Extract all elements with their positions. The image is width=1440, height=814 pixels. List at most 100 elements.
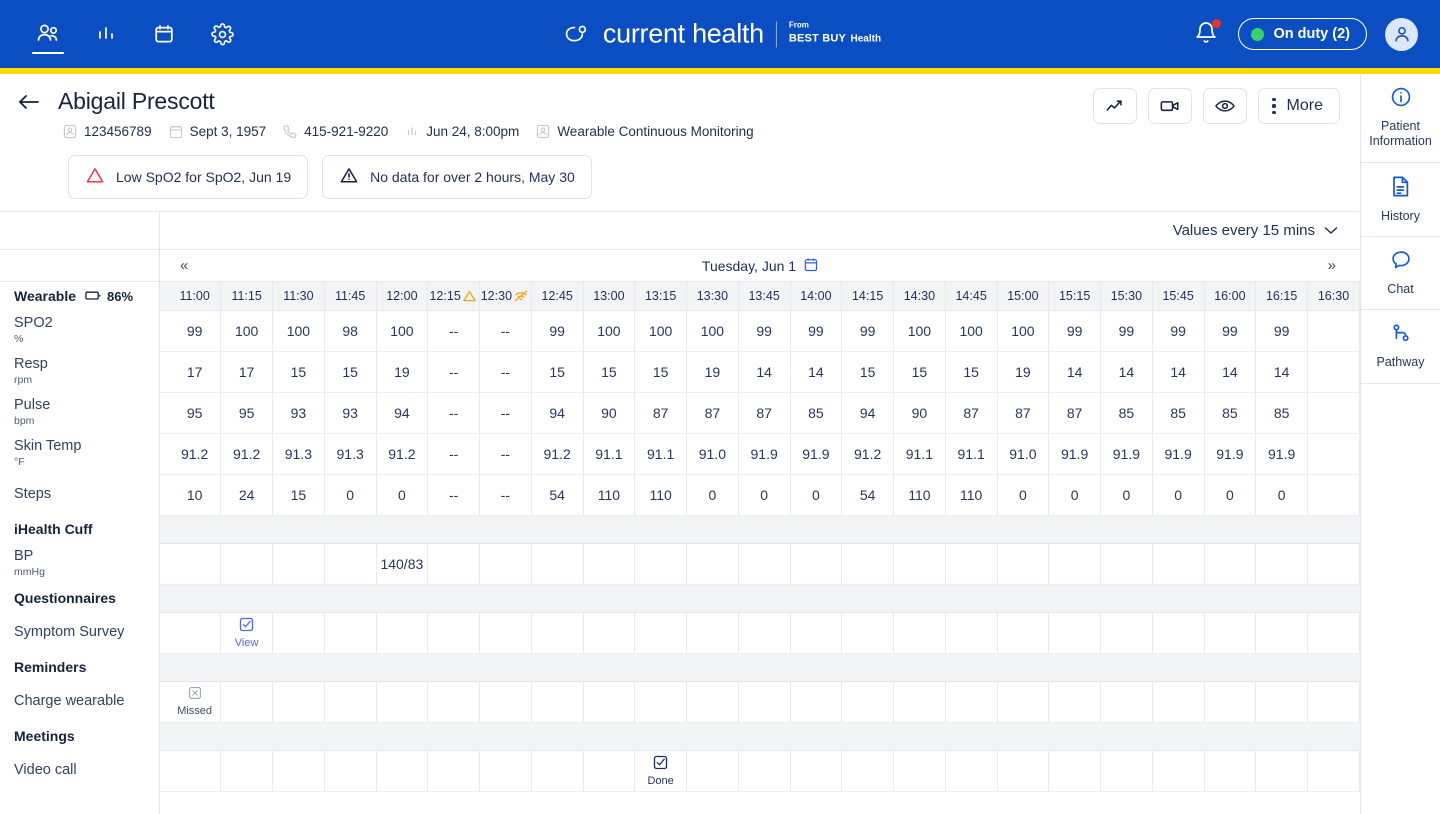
grid-cell[interactable]: 54	[531, 474, 584, 516]
grid-cell[interactable]: --	[427, 474, 480, 516]
grid-cell[interactable]: 0	[1255, 474, 1308, 516]
grid-cell[interactable]: Done	[634, 750, 687, 792]
grid-cell[interactable]: 0	[1204, 474, 1257, 516]
grid-cell[interactable]	[376, 681, 429, 723]
grid-cell[interactable]: 91.2	[220, 433, 273, 475]
time-header-1530[interactable]: 15:30	[1100, 282, 1153, 311]
time-header-1445[interactable]: 14:45	[945, 282, 998, 311]
grid-cell[interactable]: 15	[272, 351, 325, 393]
grid-cell[interactable]: 15	[945, 351, 998, 393]
grid-cell[interactable]	[841, 750, 894, 792]
time-header-1545[interactable]: 15:45	[1152, 282, 1205, 311]
time-header-1400[interactable]: 14:00	[790, 282, 843, 311]
grid-cell[interactable]: 99	[531, 310, 584, 352]
grid-cell[interactable]	[893, 750, 946, 792]
grid-cell[interactable]: 110	[583, 474, 636, 516]
rail-item-patient-information[interactable]: Patient Information	[1361, 74, 1440, 163]
alert-chip-low-spo2[interactable]: Low SpO2 for SpO2, Jun 19	[68, 155, 309, 199]
grid-cell[interactable]	[1307, 474, 1360, 516]
grid-cell[interactable]	[1307, 351, 1360, 393]
rail-item-pathway[interactable]: Pathway	[1361, 310, 1440, 384]
grid-cell[interactable]: 91.9	[1152, 433, 1205, 475]
grid-cell[interactable]	[220, 750, 273, 792]
grid-cell[interactable]	[841, 681, 894, 723]
grid-cell[interactable]	[479, 612, 532, 654]
grid-cell[interactable]	[1307, 612, 1360, 654]
grid-cell[interactable]	[427, 681, 480, 723]
grid-cell[interactable]	[1100, 543, 1153, 585]
grid-cell[interactable]	[1307, 750, 1360, 792]
grid-cell[interactable]	[1255, 543, 1308, 585]
grid-cell[interactable]	[272, 750, 325, 792]
grid-cell[interactable]	[531, 750, 584, 792]
grid-cell[interactable]: 87	[738, 392, 791, 434]
grid-cell[interactable]	[479, 543, 532, 585]
grid-cell[interactable]: 91.2	[841, 433, 894, 475]
grid-cell[interactable]	[790, 543, 843, 585]
grid-cell[interactable]	[945, 681, 998, 723]
grid-cell[interactable]: 15	[841, 351, 894, 393]
grid-cell[interactable]	[1307, 681, 1360, 723]
grid-cell[interactable]: 0	[997, 474, 1050, 516]
grid-cell[interactable]	[1307, 310, 1360, 352]
grid-cell[interactable]	[1152, 612, 1205, 654]
grid-cell[interactable]	[1152, 750, 1205, 792]
grid-cell[interactable]: 99	[1255, 310, 1308, 352]
grid-cell[interactable]	[1100, 750, 1153, 792]
grid-cell[interactable]: 100	[634, 310, 687, 352]
grid-cell[interactable]	[324, 612, 377, 654]
grid-cell[interactable]	[1255, 681, 1308, 723]
grid-cell[interactable]	[893, 681, 946, 723]
grid-cell[interactable]: 19	[686, 351, 739, 393]
grid-cell[interactable]	[583, 612, 636, 654]
grid-cell[interactable]: 15	[583, 351, 636, 393]
grid-cell[interactable]	[169, 543, 222, 585]
grid-cell[interactable]: 99	[169, 310, 222, 352]
grid-cell[interactable]: 91.2	[169, 433, 222, 475]
eye-icon[interactable]	[1203, 88, 1248, 124]
time-header-1515[interactable]: 15:15	[1048, 282, 1101, 311]
grid-cell[interactable]	[841, 543, 894, 585]
grid-cell[interactable]	[1152, 681, 1205, 723]
grid-cell[interactable]: 100	[583, 310, 636, 352]
grid-cell[interactable]: 93	[272, 392, 325, 434]
grid-cell[interactable]	[220, 543, 273, 585]
grid-cell[interactable]	[841, 612, 894, 654]
time-header-1415[interactable]: 14:15	[841, 282, 894, 311]
grid-cell[interactable]	[220, 681, 273, 723]
grid-cell[interactable]: 94	[531, 392, 584, 434]
grid-cell[interactable]: --	[427, 433, 480, 475]
more-button[interactable]: More	[1258, 88, 1340, 124]
time-header-1245[interactable]: 12:45	[531, 282, 584, 311]
time-header-1600[interactable]: 16:00	[1204, 282, 1257, 311]
grid-cell[interactable]: --	[427, 351, 480, 393]
grid-cell[interactable]	[738, 750, 791, 792]
grid-cell[interactable]: 91.2	[376, 433, 429, 475]
grid-cell[interactable]: 91.3	[272, 433, 325, 475]
grid-cell[interactable]	[738, 612, 791, 654]
grid-cell[interactable]: 91.1	[634, 433, 687, 475]
grid-cell[interactable]: 14	[1048, 351, 1101, 393]
grid-cell[interactable]: 99	[738, 310, 791, 352]
grid-cell[interactable]	[893, 612, 946, 654]
patients-icon[interactable]	[28, 14, 68, 54]
time-header-1345[interactable]: 13:45	[738, 282, 791, 311]
grid-cell[interactable]	[1255, 750, 1308, 792]
time-header-1115[interactable]: 11:15	[220, 282, 273, 311]
grid-cell[interactable]	[324, 681, 377, 723]
grid-cell[interactable]	[790, 681, 843, 723]
grid-cell[interactable]: 94	[376, 392, 429, 434]
grid-cell[interactable]: 91.0	[997, 433, 1050, 475]
grid-cell[interactable]	[1204, 681, 1257, 723]
prev-period-button[interactable]: «	[170, 257, 198, 274]
grid-cell[interactable]: 0	[738, 474, 791, 516]
grid-cell[interactable]: 87	[945, 392, 998, 434]
grid-cell[interactable]	[634, 681, 687, 723]
on-duty-status-button[interactable]: On duty (2)	[1238, 18, 1367, 50]
grid-cell[interactable]: 14	[1204, 351, 1257, 393]
grid-cell[interactable]: Missed	[169, 681, 222, 723]
grid-cell[interactable]: 100	[893, 310, 946, 352]
grid-cell[interactable]	[686, 612, 739, 654]
grid-cell[interactable]	[583, 750, 636, 792]
grid-cell[interactable]: 10	[169, 474, 222, 516]
